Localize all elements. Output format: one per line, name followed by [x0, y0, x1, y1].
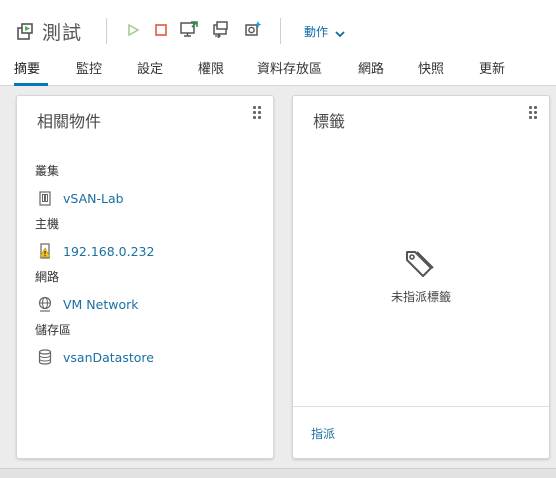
- card-title: 標籤: [313, 112, 346, 131]
- toolbar-divider: [280, 18, 281, 44]
- launch-console-icon: [179, 20, 199, 42]
- tab-bar: 摘要 監控 設定 權限 資料存放區 網路 快照 更新: [0, 58, 556, 86]
- tab-permissions[interactable]: 權限: [198, 58, 224, 86]
- card-title: 相關物件: [37, 112, 102, 131]
- page-title: 測試: [42, 21, 83, 44]
- power-off-button[interactable]: [150, 20, 172, 42]
- power-off-icon: [154, 22, 168, 41]
- host-address: 192.168.0.232: [63, 243, 155, 259]
- title-row: 測試: [14, 16, 82, 46]
- host-label: 主機: [35, 217, 60, 231]
- host-link[interactable]: 192.168.0.232: [37, 241, 154, 261]
- launch-console-button[interactable]: [178, 20, 200, 42]
- power-on-icon: [126, 22, 140, 41]
- drag-handle-icon[interactable]: [253, 106, 263, 122]
- actions-label: 動作: [304, 24, 329, 39]
- network-link[interactable]: VM Network: [37, 294, 139, 314]
- datastore-link[interactable]: vsanDatastore: [37, 347, 154, 367]
- network-name: VM Network: [63, 296, 139, 312]
- toolbar-divider: [106, 18, 107, 44]
- chevron-down-icon: [334, 25, 346, 38]
- tab-monitor[interactable]: 監控: [76, 58, 102, 86]
- snapshot-button[interactable]: [242, 20, 264, 42]
- tab-snapshots[interactable]: 快照: [418, 58, 444, 86]
- power-on-button[interactable]: [122, 20, 144, 42]
- cluster-link[interactable]: vSAN-Lab: [37, 188, 124, 208]
- tab-networks[interactable]: 網路: [358, 58, 384, 86]
- tab-configure[interactable]: 設定: [137, 58, 163, 86]
- related-objects-card: 相關物件 叢集 vSAN-Lab 主機 192.168.0.232 網路 VM …: [16, 95, 274, 459]
- storage-label: 儲存區: [35, 323, 72, 337]
- vm-header: 測試 動作 摘要 監控 設定 權限 資料存放區 網路 快照 更新: [0, 0, 556, 86]
- actions-menu[interactable]: 動作: [304, 20, 346, 42]
- snapshot-icon: [243, 20, 263, 42]
- drag-handle-icon[interactable]: [529, 106, 539, 122]
- bottom-scroll-area: [0, 468, 556, 478]
- migrate-button[interactable]: [210, 20, 232, 42]
- cluster-name: vSAN-Lab: [63, 190, 124, 206]
- card-footer: 指派: [293, 406, 549, 458]
- tab-datastores[interactable]: 資料存放區: [257, 58, 322, 86]
- migrate-icon: [211, 20, 231, 42]
- no-tags-message: 未指派標籤: [390, 290, 451, 304]
- tab-summary[interactable]: 摘要: [14, 58, 48, 86]
- tags-card: 標籤 未指派標籤 指派: [292, 95, 550, 459]
- host-warning-icon: [37, 243, 53, 259]
- tag-icon: [403, 246, 439, 282]
- cluster-icon: [37, 190, 53, 206]
- tab-updates[interactable]: 更新: [479, 58, 505, 86]
- datastore-icon: [37, 349, 53, 365]
- network-icon: [37, 296, 53, 312]
- vm-icon: [14, 20, 36, 42]
- cluster-label: 叢集: [35, 164, 60, 178]
- network-label: 網路: [35, 270, 60, 284]
- datastore-name: vsanDatastore: [63, 349, 154, 365]
- assign-tag-link[interactable]: 指派: [311, 425, 335, 442]
